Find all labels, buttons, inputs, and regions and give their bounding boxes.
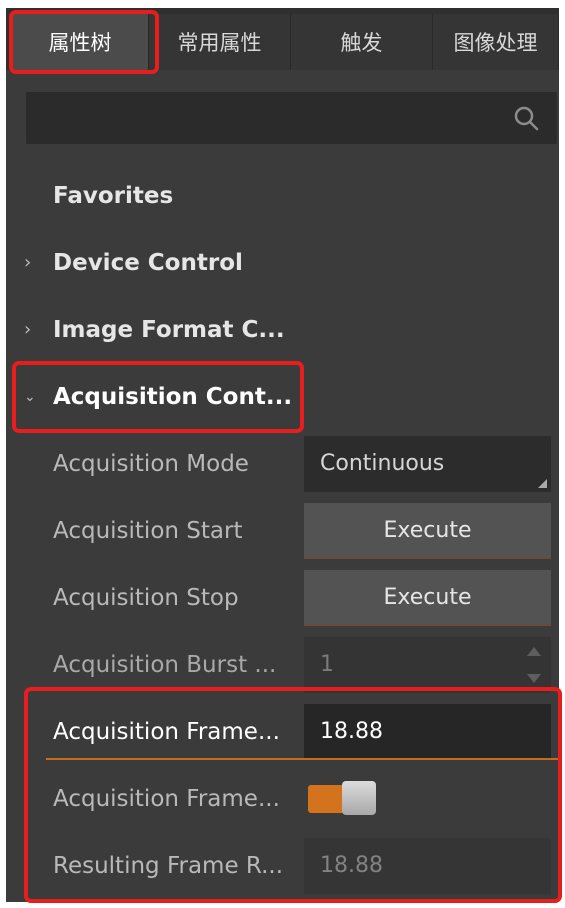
spin-up-icon: [527, 647, 541, 656]
search-icon[interactable]: [513, 105, 539, 131]
tab-image-processing[interactable]: 图像处理: [433, 14, 559, 70]
favorites-label: Favorites: [53, 183, 174, 209]
device-control-label: Device Control: [53, 250, 243, 276]
tab-trigger[interactable]: 触发: [291, 14, 433, 70]
acquisition-stop-execute-button[interactable]: Execute: [304, 570, 551, 626]
search-input[interactable]: [26, 92, 557, 144]
tab-label: 触发: [340, 31, 383, 55]
acquisition-burst-value: 1: [320, 652, 334, 677]
acquisition-mode-select[interactable]: Continuous: [304, 436, 551, 492]
acquisition-start-label: Acquisition Start: [53, 518, 243, 544]
acquisition-burst-input: 1: [304, 637, 551, 693]
property-row-acquisition-mode: Acquisition Mode Continuous: [6, 431, 559, 497]
highlight-box-tab: [9, 10, 159, 74]
acquisition-mode-value: Continuous: [320, 451, 445, 476]
tab-label: 常用属性: [177, 31, 262, 55]
acquisition-stop-label: Acquisition Stop: [53, 585, 239, 611]
property-row-acquisition-stop: Acquisition Stop Execute: [6, 565, 559, 631]
tree-item-device-control[interactable]: › Device Control: [6, 230, 559, 296]
dropdown-corner-icon: [538, 479, 547, 488]
tab-label: 图像处理: [453, 31, 538, 55]
chevron-right-icon[interactable]: ›: [24, 297, 31, 363]
tree-item-image-format-control[interactable]: › Image Format C...: [6, 297, 559, 363]
tab-common-properties[interactable]: 常用属性: [149, 14, 291, 70]
spinner: [527, 643, 541, 687]
spin-down-icon: [527, 674, 541, 683]
tree-item-favorites[interactable]: Favorites: [6, 163, 559, 229]
chevron-right-icon[interactable]: ›: [24, 230, 31, 296]
property-row-acquisition-start: Acquisition Start Execute: [6, 498, 559, 564]
acquisition-mode-label: Acquisition Mode: [53, 451, 249, 477]
highlight-box-acquisition-control: [12, 361, 304, 433]
acquisition-start-execute-button[interactable]: Execute: [304, 503, 551, 559]
image-format-label: Image Format C...: [53, 317, 285, 343]
highlight-box-frame-rate: [24, 687, 562, 903]
